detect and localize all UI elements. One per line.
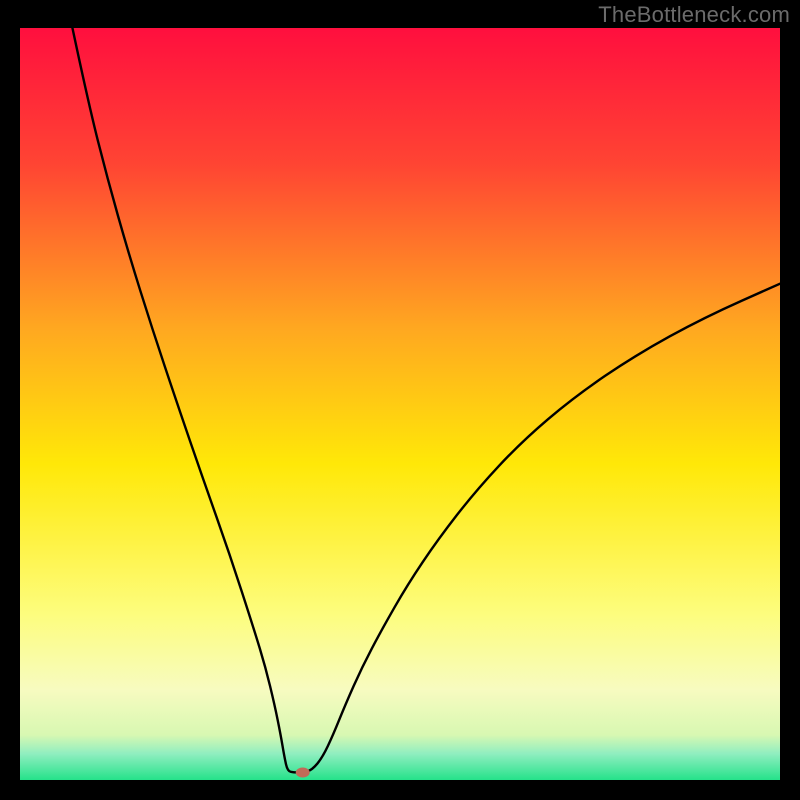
watermark-text: TheBottleneck.com [598,2,790,28]
plot-area [20,28,780,780]
bottleneck-chart [20,28,780,780]
gradient-background [20,28,780,780]
chart-frame: TheBottleneck.com [0,0,800,800]
optimal-point-marker [296,767,310,777]
